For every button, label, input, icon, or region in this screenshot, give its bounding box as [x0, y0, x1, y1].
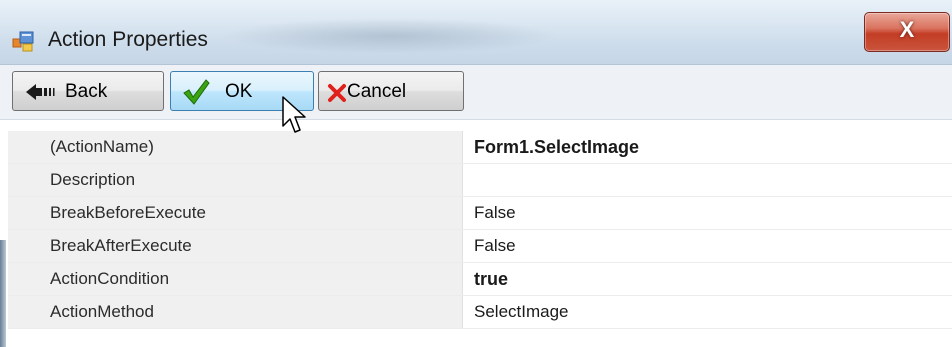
- mouse-pointer-icon: [282, 96, 306, 133]
- property-name-cell[interactable]: BreakBeforeExecute: [8, 197, 463, 229]
- ok-button-label: OK: [225, 81, 253, 102]
- property-row[interactable]: BreakAfterExecute False: [8, 230, 952, 263]
- property-row[interactable]: Description: [8, 164, 952, 197]
- property-grid: (ActionName) Form1.SelectImage Descripti…: [8, 131, 952, 329]
- property-row[interactable]: (ActionName) Form1.SelectImage: [8, 131, 952, 164]
- property-value-cell[interactable]: SelectImage: [464, 296, 952, 328]
- property-row[interactable]: ActionMethod SelectImage: [8, 296, 952, 329]
- back-button[interactable]: Back: [12, 71, 164, 111]
- close-button[interactable]: X: [864, 12, 950, 52]
- property-value: False: [474, 203, 516, 222]
- property-value-cell[interactable]: [464, 164, 952, 196]
- property-name: ActionCondition: [50, 269, 170, 288]
- property-value: SelectImage: [474, 302, 569, 321]
- window-edge: [0, 240, 6, 347]
- checkmark-icon: [183, 79, 210, 105]
- property-name: BreakBeforeExecute: [50, 203, 206, 222]
- property-row[interactable]: ActionCondition true: [8, 263, 952, 296]
- property-value: False: [474, 236, 516, 255]
- property-value-cell[interactable]: true: [464, 263, 952, 295]
- property-value: Form1.SelectImage: [474, 137, 640, 157]
- back-arrow-icon: [26, 84, 55, 100]
- property-name-cell[interactable]: ActionCondition: [8, 263, 463, 295]
- property-name: ActionMethod: [50, 302, 154, 321]
- toolbar: Back OK Cancel: [0, 65, 952, 120]
- property-name: (ActionName): [50, 137, 154, 156]
- cancel-button-label: Cancel: [347, 81, 407, 102]
- property-name-cell[interactable]: (ActionName): [8, 131, 463, 163]
- back-button-label: Back: [65, 81, 108, 102]
- property-name-cell[interactable]: BreakAfterExecute: [8, 230, 463, 262]
- property-name-cell[interactable]: ActionMethod: [8, 296, 463, 328]
- form-icon: [12, 31, 34, 52]
- title-bar[interactable]: Action Properties X: [0, 0, 952, 65]
- property-value-cell[interactable]: False: [464, 197, 952, 229]
- close-icon: X: [899, 17, 915, 42]
- cross-icon: [328, 84, 346, 102]
- property-name: BreakAfterExecute: [50, 236, 192, 255]
- window-title: Action Properties: [48, 28, 208, 51]
- property-value-cell[interactable]: False: [464, 230, 952, 262]
- property-row[interactable]: BreakBeforeExecute False: [8, 197, 952, 230]
- property-value: true: [474, 269, 509, 289]
- cancel-button[interactable]: Cancel: [318, 71, 464, 111]
- action-properties-window: Action Properties X Back OK Cancel (Acti…: [0, 0, 952, 347]
- property-name: Description: [50, 170, 136, 189]
- property-value-cell[interactable]: Form1.SelectImage: [464, 131, 952, 163]
- property-name-cell[interactable]: Description: [8, 164, 463, 196]
